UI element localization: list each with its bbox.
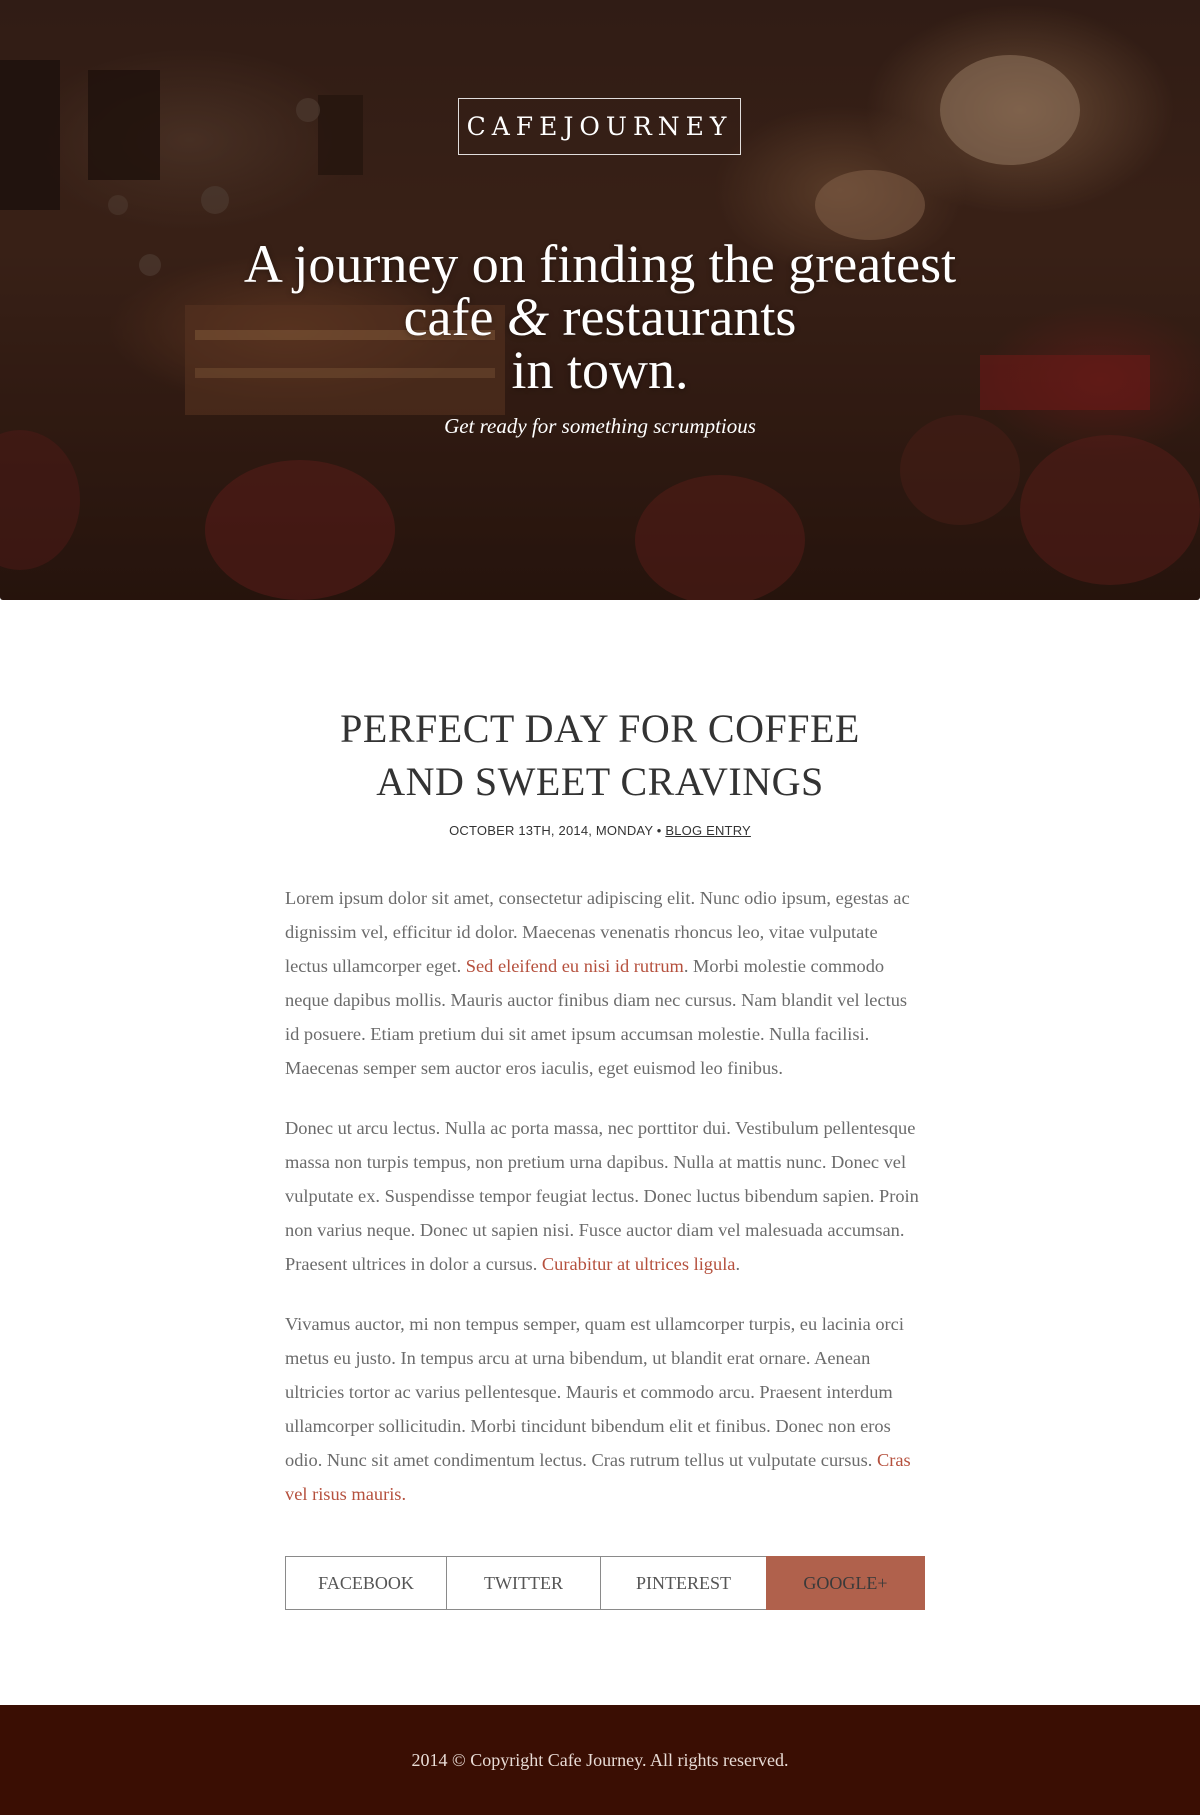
hero-subtitle: Get ready for something scrumptious	[444, 414, 756, 438]
site-logo[interactable]: CAFEJOURNEY	[458, 98, 741, 155]
copyright-text: 2014 © Copyright Cafe Journey. All right…	[411, 1749, 789, 1770]
share-googleplus-button[interactable]: GOOGLE+	[766, 1556, 925, 1610]
post-category-link[interactable]: BLOG ENTRY	[665, 823, 751, 838]
headline-ampersand: &	[506, 287, 549, 347]
post-meta: OCTOBER 13TH, 2014, MONDAY • BLOG ENTRY	[300, 823, 900, 838]
hero-banner: CAFEJOURNEY A journey on finding the gre…	[0, 0, 1200, 600]
logo-text: CAFEJOURNEY	[466, 112, 733, 141]
headline-line-2a: cafe	[403, 287, 494, 347]
meta-separator: •	[656, 823, 662, 838]
paragraph-1: Lorem ipsum dolor sit amet, consectetur …	[285, 881, 925, 1085]
headline-line-1: A journey on finding the greatest	[243, 234, 957, 294]
share-buttons: FACEBOOK TWITTER PINTEREST GOOGLE+	[285, 1556, 925, 1610]
post-title: PERFECT DAY FOR COFFEE AND SWEET CRAVING…	[250, 702, 950, 808]
paragraph-3-text-a: Vivamus auctor, mi non tempus semper, qu…	[285, 1314, 904, 1470]
inline-link-1[interactable]: Sed eleifend eu nisi id rutrum	[466, 956, 684, 976]
share-twitter-button[interactable]: TWITTER	[446, 1556, 601, 1610]
paragraph-3: Vivamus auctor, mi non tempus semper, qu…	[285, 1307, 925, 1511]
headline-line-3: in town.	[511, 340, 689, 400]
share-facebook-button[interactable]: FACEBOOK	[285, 1556, 447, 1610]
paragraph-2: Donec ut arcu lectus. Nulla ac porta mas…	[285, 1111, 925, 1281]
post-date: OCTOBER 13TH, 2014, MONDAY	[449, 823, 653, 838]
post-title-line-1: PERFECT DAY FOR COFFEE	[340, 706, 860, 751]
site-footer: 2014 © Copyright Cafe Journey. All right…	[0, 1705, 1200, 1815]
post-title-line-2: AND SWEET CRAVINGS	[376, 759, 824, 804]
headline-line-2b: restaurants	[562, 287, 797, 347]
share-pinterest-button[interactable]: PINTEREST	[600, 1556, 767, 1610]
inline-link-2[interactable]: Curabitur at ultrices ligula	[542, 1254, 736, 1274]
paragraph-2-text-a: Donec ut arcu lectus. Nulla ac porta mas…	[285, 1118, 919, 1274]
post-body: Lorem ipsum dolor sit amet, consectetur …	[285, 881, 925, 1537]
hero-headline: A journey on finding the greatest cafe &…	[160, 237, 1040, 400]
paragraph-2-text-b: .	[735, 1254, 741, 1274]
